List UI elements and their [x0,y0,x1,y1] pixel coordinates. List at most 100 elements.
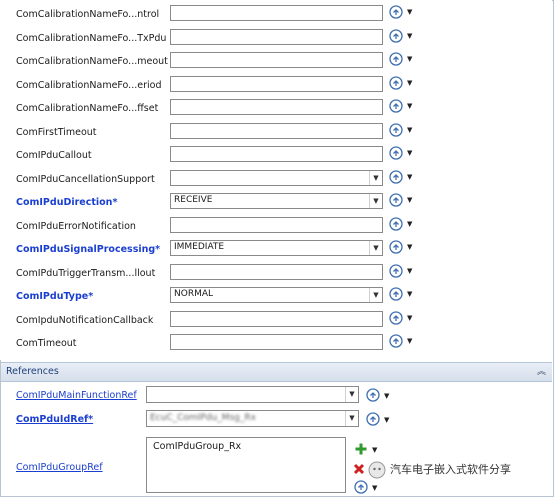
parameter-input[interactable] [170,310,383,327]
references-section-header[interactable]: References ︽ [1,362,552,382]
chevron-down-icon[interactable]: ▼ [372,446,380,454]
parameter-label: ComIpduNotificationCallback [16,314,154,326]
chevron-down-icon[interactable]: ▼ [369,241,382,255]
watermark-text: 汽车电子嵌入式软件分享 [390,463,511,476]
reset-default-icon[interactable] [389,28,403,43]
parameter-row: ComCalibrationNameFo...ntrol ▼ [0,4,552,26]
chevron-down-icon[interactable]: ▼ [407,290,415,298]
parameter-value: IMMEDIATE [174,242,225,252]
parameter-combo[interactable]: NORMAL ▼ [170,287,383,303]
references-title: References [6,366,59,377]
chevron-down-icon[interactable]: ▼ [407,126,415,134]
collapse-chevrons-icon[interactable]: ︽ [537,364,546,377]
parameter-row: ComIPduDirection* RECEIVE ▼ ▼ [0,192,552,214]
parameter-input[interactable] [170,122,383,139]
reset-default-icon[interactable] [389,52,403,66]
chevron-down-icon[interactable]: ▼ [407,337,415,345]
chevron-down-icon[interactable]: ▼ [407,173,415,181]
chevron-down-icon[interactable]: ▼ [407,196,415,204]
parameter-combo[interactable]: ▼ [170,169,383,186]
parameter-row: ComIPduTriggerTransm...llout ▼ [0,263,552,285]
chevron-down-icon[interactable]: ▼ [384,416,392,424]
chevron-down-icon[interactable]: ▼ [407,102,415,110]
reset-default-icon[interactable] [389,334,403,348]
chevron-down-icon[interactable]: ▼ [407,314,415,322]
chevron-down-icon[interactable]: ▼ [407,149,415,157]
wechat-logo-icon [368,461,386,479]
pdu-id-ref-combo[interactable]: EcuC_ComIPdu_Msg_Rx ▼ [146,410,359,427]
parameter-row: ComIPduSignalProcessing* IMMEDIATE ▼ ▼ [0,239,552,261]
chevron-down-icon[interactable]: ▼ [407,8,415,16]
parameter-input[interactable] [170,5,383,21]
parameter-label: ComIPduSignalProcessing* [16,244,161,255]
chevron-down-icon[interactable]: ▼ [407,79,415,87]
parameter-label: ComCalibrationNameFo...meout [16,56,168,67]
delete-x-icon[interactable] [352,462,366,476]
parameter-label: ComIPduTriggerTransm...llout [16,267,156,279]
parameter-input[interactable] [170,28,383,45]
chevron-down-icon[interactable]: ▼ [407,267,415,275]
chevron-down-icon[interactable]: ▼ [369,194,382,208]
add-plus-icon[interactable] [354,442,368,456]
parameter-row: ComIpduNotificationCallback ▼ [0,310,552,332]
parameters-panel: ComCalibrationNameFo...ntrol ▼ ComCalibrat… [0,0,552,360]
parameter-label: ComIPduCallout [16,150,92,161]
parameter-value: NORMAL [174,289,214,299]
parameter-row: ComIPduCallout ▼ [0,145,552,167]
reset-default-icon[interactable] [389,263,403,278]
parameter-label: ComCalibrationNameFo...ntrol [16,9,160,20]
pdu-id-ref-label[interactable]: ComPduIdRef* [16,414,93,425]
reset-default-icon[interactable] [389,5,403,19]
parameter-label: ComIPduCancellationSupport [16,173,155,185]
reset-default-icon[interactable] [366,412,380,426]
chevron-down-icon[interactable]: ▼ [345,387,358,402]
chevron-down-icon[interactable]: ▼ [407,220,415,228]
parameter-input[interactable] [170,146,383,162]
chevron-down-icon[interactable]: ▼ [407,243,415,251]
group-ref-label[interactable]: ComIPduGroupRef [16,462,103,473]
group-ref-listbox[interactable]: ComIPduGroup_Rx [146,437,346,493]
parameter-input[interactable] [170,75,383,92]
list-item[interactable]: ComIPduGroup_Rx [153,441,241,452]
parameter-combo[interactable]: IMMEDIATE ▼ [170,240,383,256]
parameter-row: ComCalibrationNameFo...TxPdu ▼ [0,28,552,50]
chevron-down-icon[interactable]: ▼ [345,411,358,426]
chevron-down-icon[interactable]: ▼ [407,55,415,63]
parameter-row: ComFirstTimeout ▼ [0,122,552,144]
parameter-row: ComCalibrationNameFo...ffset ▼ [0,98,552,120]
parameter-row: ComIPduCancellationSupport ▼ ▼ [0,169,552,191]
parameter-label: ComTimeout [16,338,77,349]
main-function-ref-combo[interactable]: ▼ [146,386,359,403]
reset-default-icon[interactable] [389,240,403,254]
chevron-down-icon[interactable]: ▼ [407,32,415,40]
watermark: 汽车电子嵌入式软件分享 [368,461,511,483]
chevron-down-icon[interactable]: ▼ [372,484,380,492]
reset-default-icon[interactable] [366,388,380,402]
parameter-input[interactable] [170,334,383,350]
parameter-input[interactable] [170,99,383,115]
parameter-label: ComIPduType* [16,291,94,302]
parameter-row: ComIPduErrorNotification ▼ [0,216,552,238]
chevron-down-icon[interactable]: ▼ [369,288,382,302]
parameter-input[interactable] [170,216,383,233]
reset-default-icon[interactable] [389,310,403,325]
parameter-input[interactable] [170,263,383,280]
reset-default-icon[interactable] [389,193,403,207]
reset-default-icon[interactable] [354,480,368,494]
reset-default-icon[interactable] [389,75,403,90]
reset-default-icon[interactable] [389,122,403,137]
reset-default-icon[interactable] [389,169,403,184]
reset-default-icon[interactable] [389,287,403,301]
reset-default-icon[interactable] [389,146,403,160]
main-function-ref-label[interactable]: ComIPduMainFunctionRef [16,390,137,401]
chevron-down-icon[interactable]: ▼ [369,170,382,185]
parameter-label: ComCalibrationNameFo...eriod [16,79,162,91]
parameter-row: ComTimeout ▼ [0,333,552,355]
pdu-id-ref-value: EcuC_ComIPdu_Msg_Rx [150,413,256,423]
reset-default-icon[interactable] [389,99,403,113]
parameter-label: ComCalibrationNameFo...TxPdu [16,32,167,44]
parameter-input[interactable] [170,52,383,68]
reset-default-icon[interactable] [389,216,403,231]
parameter-combo[interactable]: RECEIVE ▼ [170,193,383,209]
chevron-down-icon[interactable]: ▼ [384,392,392,400]
